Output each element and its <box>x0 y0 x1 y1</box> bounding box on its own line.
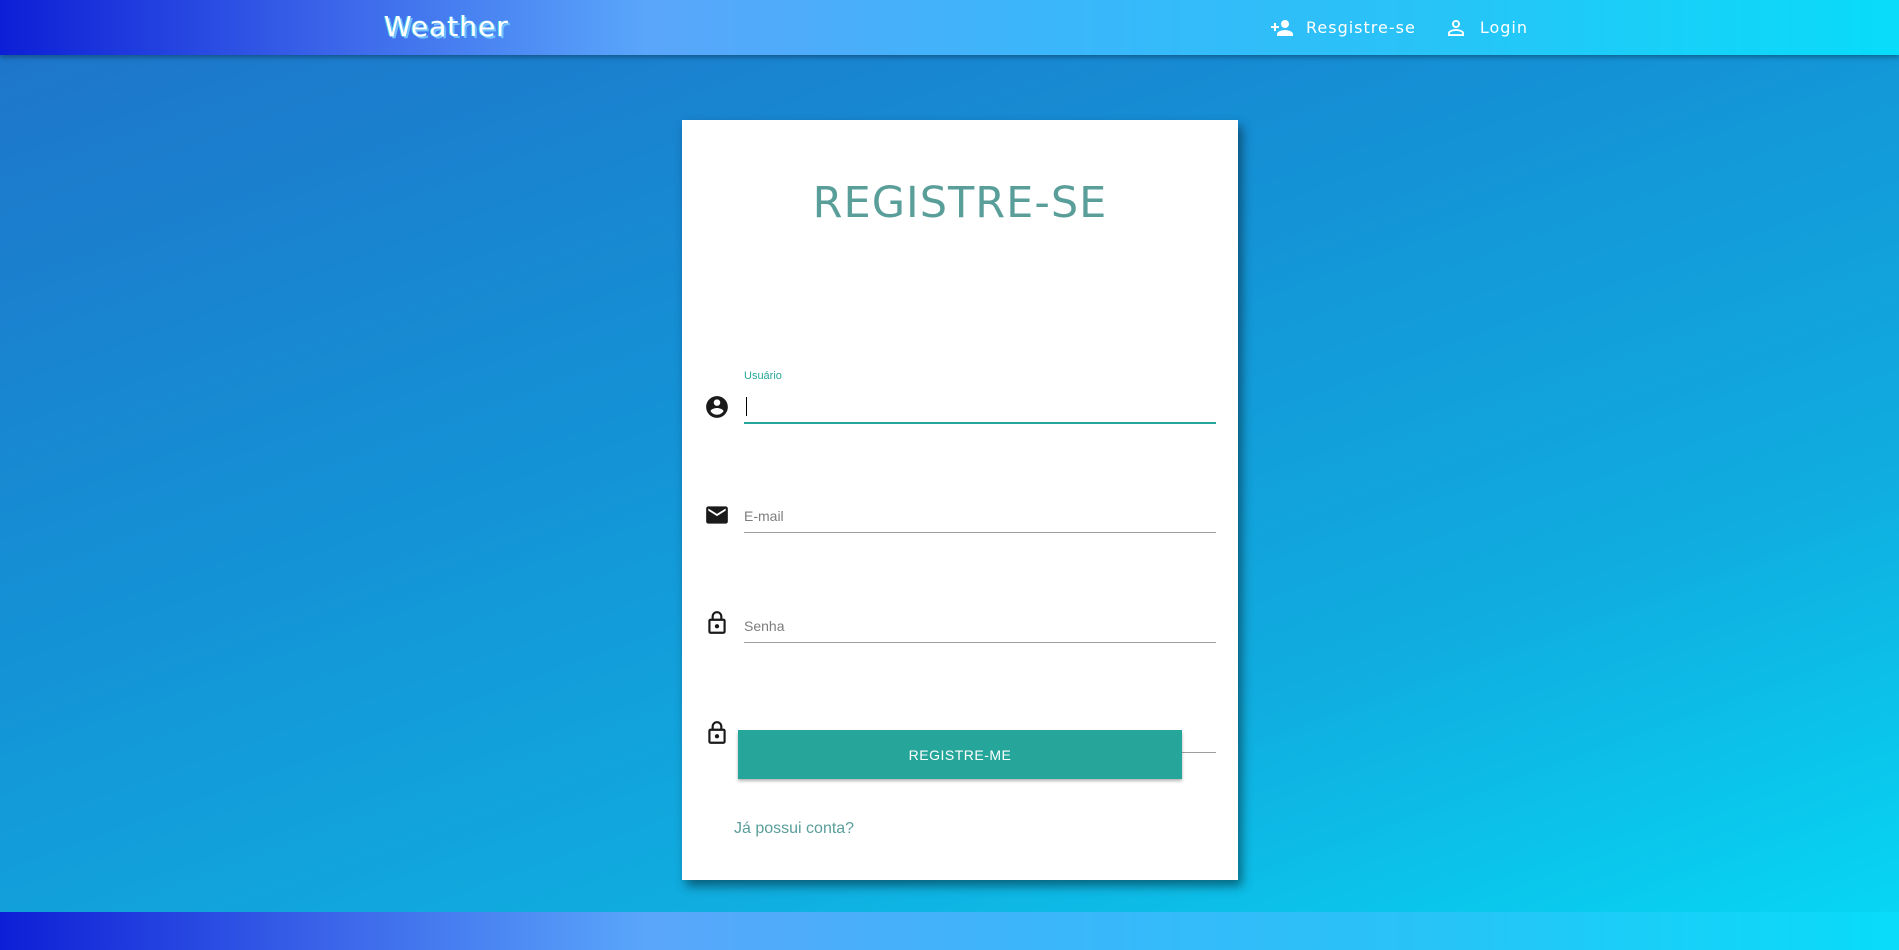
lock-icon <box>708 721 726 744</box>
nav-register-label: Resgistre-se <box>1306 18 1416 37</box>
register-button[interactable]: REGISTRE-ME <box>738 730 1182 779</box>
brand-logo[interactable]: Weather <box>384 10 509 43</box>
account-circle-icon <box>706 396 728 418</box>
nav-links: Resgistre-se Login <box>1270 0 1556 55</box>
username-input[interactable] <box>744 390 1216 424</box>
email-field-group <box>704 492 1216 542</box>
email-input[interactable] <box>744 500 1216 533</box>
password-field-group <box>704 602 1216 652</box>
nav-login-link[interactable]: Login <box>1444 16 1528 40</box>
person-outline-icon <box>1447 19 1464 36</box>
have-account-link[interactable]: Já possui conta? <box>734 820 854 838</box>
email-icon <box>706 506 728 524</box>
page-title: REGISTRE-SE <box>812 178 1108 228</box>
footer-bar <box>0 912 1899 950</box>
person-add-icon <box>1271 19 1293 36</box>
nav-register-link[interactable]: Resgistre-se <box>1270 16 1416 40</box>
username-label: Usuário <box>744 370 782 382</box>
nav-login-label: Login <box>1479 18 1528 37</box>
username-field-group: Usuário <box>704 370 1216 432</box>
lock-icon <box>708 611 726 634</box>
top-navbar: Weather Resgistre-se Login <box>0 0 1899 55</box>
password-input[interactable] <box>744 610 1216 643</box>
text-caret <box>746 397 747 416</box>
register-card: REGISTRE-SE Usuário REGISTRE-ME Já possu… <box>682 120 1238 880</box>
